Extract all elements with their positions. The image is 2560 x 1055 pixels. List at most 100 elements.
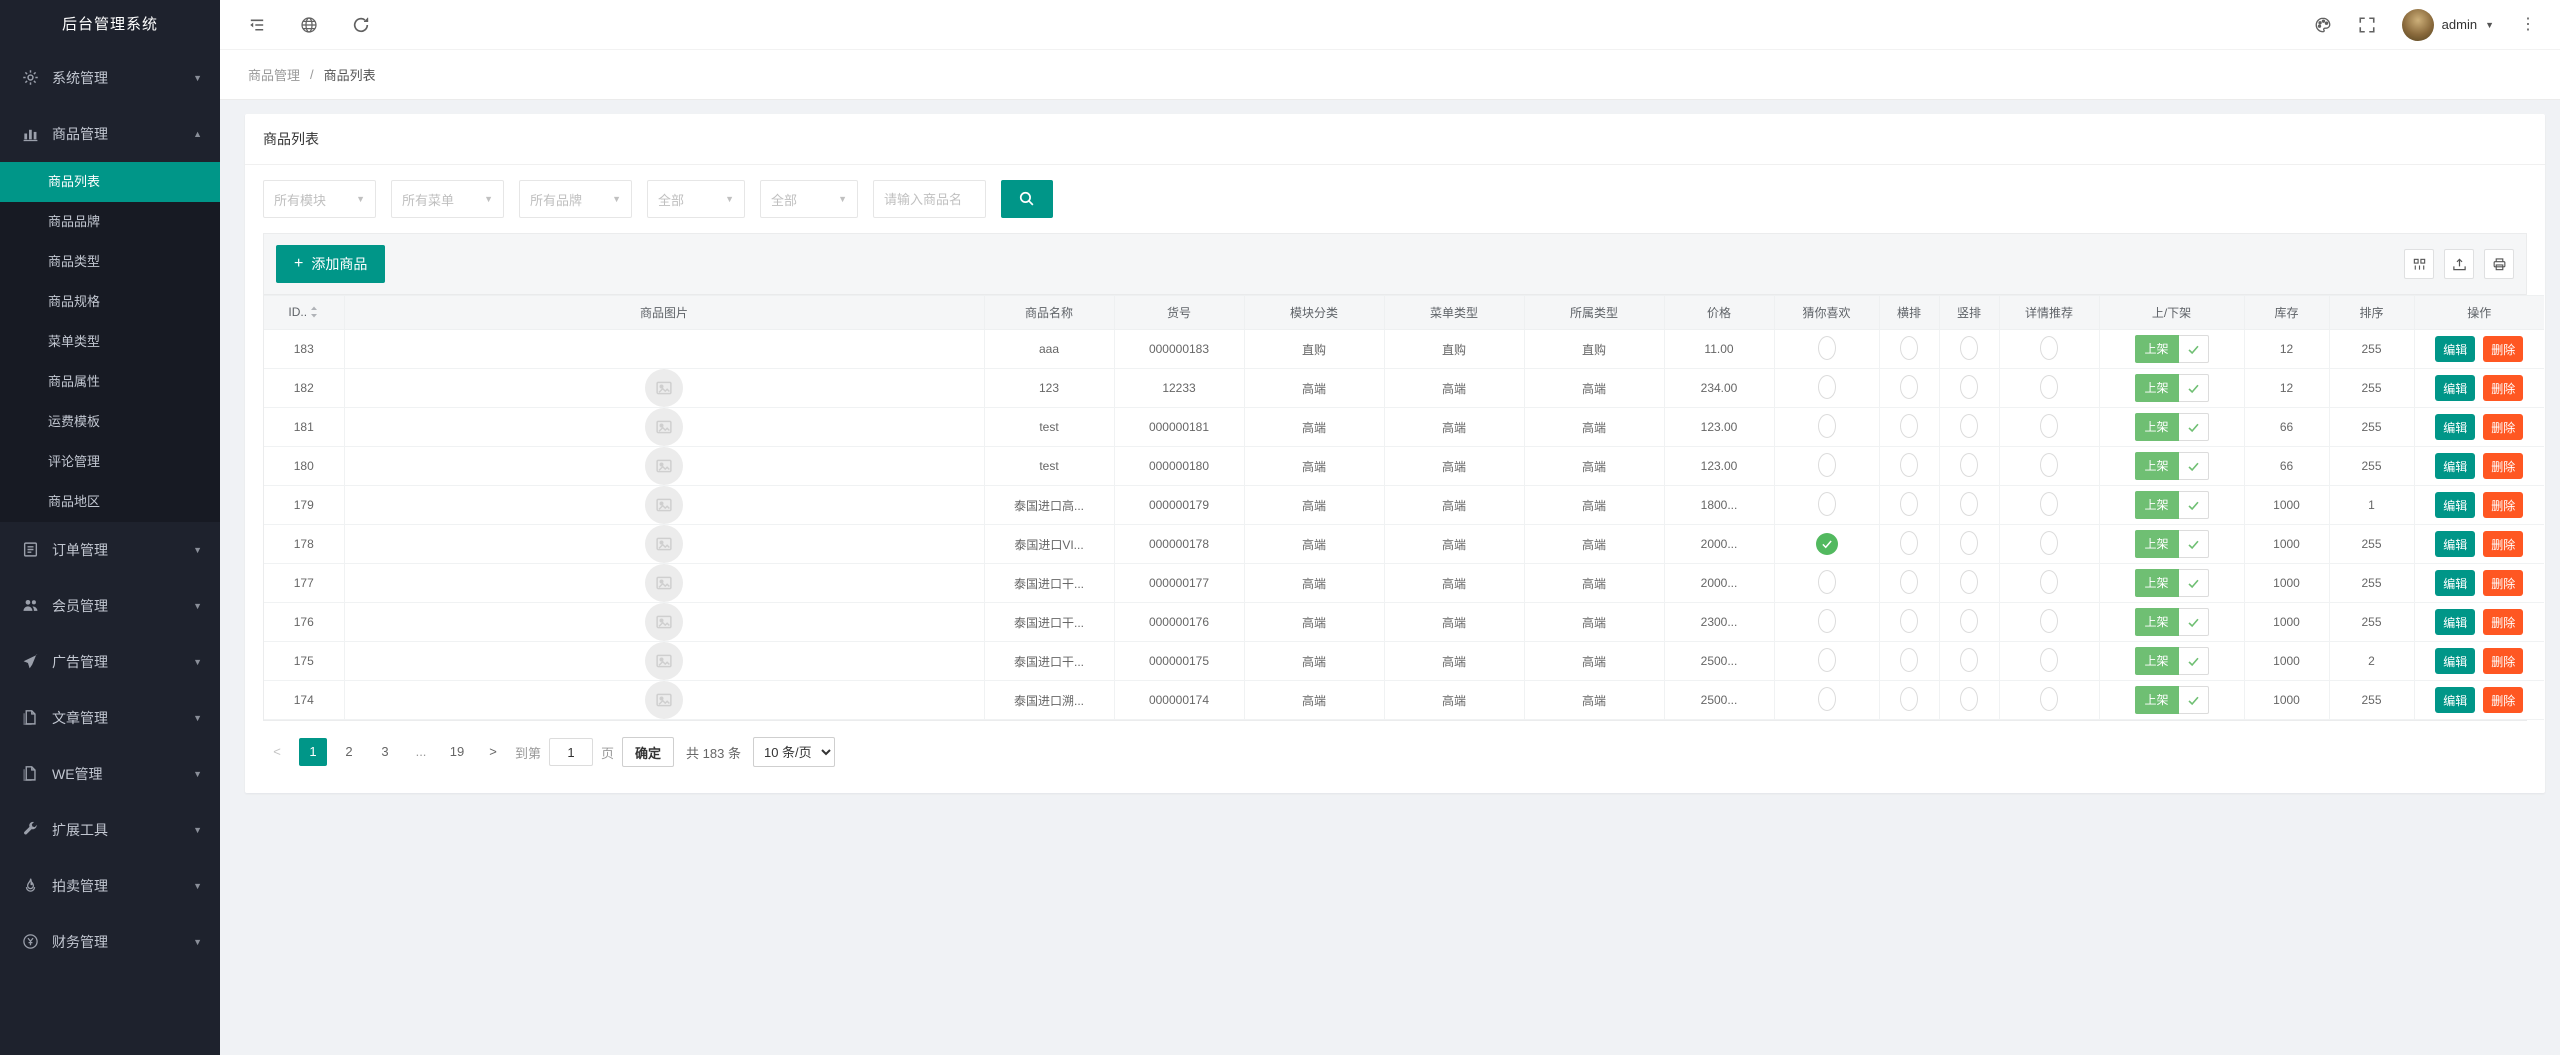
detail-recommend-toggle[interactable] <box>2040 609 2058 633</box>
sidebar-item-财务管理[interactable]: 财务管理▼ <box>0 914 220 970</box>
delete-button[interactable]: 删除 <box>2483 492 2523 518</box>
guess-toggle[interactable] <box>1818 570 1836 594</box>
sidebar-item-订单管理[interactable]: 订单管理▼ <box>0 522 220 578</box>
detail-recommend-toggle[interactable] <box>2040 414 2058 438</box>
horizontal-toggle[interactable] <box>1900 492 1918 516</box>
sidebar-item-商品管理[interactable]: 商品管理▲ <box>0 106 220 162</box>
detail-recommend-toggle[interactable] <box>2040 648 2058 672</box>
globe-icon[interactable] <box>300 16 318 34</box>
goto-page-input[interactable] <box>549 738 593 766</box>
delete-button[interactable]: 删除 <box>2483 648 2523 674</box>
horizontal-toggle[interactable] <box>1900 648 1918 672</box>
shelf-toggle[interactable]: 上架 <box>2135 452 2209 480</box>
horizontal-toggle[interactable] <box>1900 336 1918 360</box>
sidebar-subitem-商品规格[interactable]: 商品规格 <box>0 282 220 322</box>
edit-button[interactable]: 编辑 <box>2435 609 2475 635</box>
page-size-select[interactable]: 10 条/页 <box>753 737 835 767</box>
add-product-button[interactable]: + 添加商品 <box>276 245 385 283</box>
sidebar-subitem-评论管理[interactable]: 评论管理 <box>0 442 220 482</box>
sidebar-item-会员管理[interactable]: 会员管理▼ <box>0 578 220 634</box>
edit-button[interactable]: 编辑 <box>2435 375 2475 401</box>
horizontal-toggle[interactable] <box>1900 414 1918 438</box>
fullscreen-icon[interactable] <box>2358 16 2376 34</box>
guess-toggle[interactable] <box>1818 687 1836 711</box>
vertical-toggle[interactable] <box>1960 336 1978 360</box>
page-button-1[interactable]: 1 <box>299 738 327 766</box>
sidebar-subitem-商品品牌[interactable]: 商品品牌 <box>0 202 220 242</box>
sidebar-item-广告管理[interactable]: 广告管理▼ <box>0 634 220 690</box>
detail-recommend-toggle[interactable] <box>2040 570 2058 594</box>
page-button-3[interactable]: 3 <box>371 738 399 766</box>
sidebar-item-扩展工具[interactable]: 扩展工具▼ <box>0 802 220 858</box>
sort-icon[interactable] <box>309 306 319 321</box>
shelf-toggle[interactable]: 上架 <box>2135 413 2209 441</box>
vertical-toggle[interactable] <box>1960 492 1978 516</box>
shelf-toggle[interactable]: 上架 <box>2135 374 2209 402</box>
edit-button[interactable]: 编辑 <box>2435 531 2475 557</box>
vertical-toggle[interactable] <box>1960 648 1978 672</box>
column-header-ID..[interactable]: ID.. <box>264 296 344 330</box>
detail-recommend-toggle[interactable] <box>2040 492 2058 516</box>
vertical-toggle[interactable] <box>1960 414 1978 438</box>
shelf-toggle[interactable]: 上架 <box>2135 530 2209 558</box>
edit-button[interactable]: 编辑 <box>2435 453 2475 479</box>
delete-button[interactable]: 删除 <box>2483 336 2523 362</box>
vertical-toggle[interactable] <box>1960 687 1978 711</box>
sidebar-subitem-商品属性[interactable]: 商品属性 <box>0 362 220 402</box>
delete-button[interactable]: 删除 <box>2483 531 2523 557</box>
vertical-toggle[interactable] <box>1960 531 1978 555</box>
palette-icon[interactable] <box>2314 16 2332 34</box>
edit-button[interactable]: 编辑 <box>2435 687 2475 713</box>
sidebar-subitem-运费模板[interactable]: 运费模板 <box>0 402 220 442</box>
detail-recommend-toggle[interactable] <box>2040 375 2058 399</box>
sidebar-subitem-菜单类型[interactable]: 菜单类型 <box>0 322 220 362</box>
columns-icon[interactable] <box>2404 249 2434 279</box>
guess-toggle[interactable] <box>1818 609 1836 633</box>
edit-button[interactable]: 编辑 <box>2435 336 2475 362</box>
delete-button[interactable]: 删除 <box>2483 453 2523 479</box>
refresh-icon[interactable] <box>352 16 370 34</box>
next-page-button[interactable]: > <box>479 738 507 766</box>
vertical-toggle[interactable] <box>1960 453 1978 477</box>
edit-button[interactable]: 编辑 <box>2435 414 2475 440</box>
kebab-menu-icon[interactable]: ⋮ <box>2520 17 2536 33</box>
collapse-menu-icon[interactable] <box>248 16 266 34</box>
vertical-toggle[interactable] <box>1960 375 1978 399</box>
user-menu[interactable]: admin ▼ <box>2402 9 2494 41</box>
shelf-toggle[interactable]: 上架 <box>2135 608 2209 636</box>
search-button[interactable] <box>1001 180 1053 218</box>
guess-toggle[interactable] <box>1818 414 1836 438</box>
filter-select-0[interactable]: 所有模块▼ <box>263 180 376 218</box>
horizontal-toggle[interactable] <box>1900 570 1918 594</box>
sidebar-item-拍卖管理[interactable]: 拍卖管理▼ <box>0 858 220 914</box>
delete-button[interactable]: 删除 <box>2483 375 2523 401</box>
detail-recommend-toggle[interactable] <box>2040 531 2058 555</box>
guess-toggle[interactable] <box>1818 453 1836 477</box>
guess-toggle[interactable] <box>1818 648 1836 672</box>
print-icon[interactable] <box>2484 249 2514 279</box>
filter-select-2[interactable]: 所有品牌▼ <box>519 180 632 218</box>
delete-button[interactable]: 删除 <box>2483 414 2523 440</box>
edit-button[interactable]: 编辑 <box>2435 570 2475 596</box>
prev-page-button[interactable]: < <box>263 738 291 766</box>
filter-select-3[interactable]: 全部▼ <box>647 180 745 218</box>
guess-toggle[interactable] <box>1818 336 1836 360</box>
vertical-toggle[interactable] <box>1960 570 1978 594</box>
shelf-toggle[interactable]: 上架 <box>2135 569 2209 597</box>
detail-recommend-toggle[interactable] <box>2040 453 2058 477</box>
guess-toggle-checked[interactable] <box>1816 533 1838 555</box>
sidebar-item-系统管理[interactable]: 系统管理▼ <box>0 50 220 106</box>
horizontal-toggle[interactable] <box>1900 531 1918 555</box>
shelf-toggle[interactable]: 上架 <box>2135 335 2209 363</box>
breadcrumb-parent[interactable]: 商品管理 <box>248 65 300 84</box>
search-input[interactable] <box>873 180 986 218</box>
sidebar-item-文章管理[interactable]: 文章管理▼ <box>0 690 220 746</box>
page-button-19[interactable]: 19 <box>443 738 471 766</box>
export-icon[interactable] <box>2444 249 2474 279</box>
filter-select-4[interactable]: 全部▼ <box>760 180 858 218</box>
detail-recommend-toggle[interactable] <box>2040 687 2058 711</box>
edit-button[interactable]: 编辑 <box>2435 648 2475 674</box>
page-button-2[interactable]: 2 <box>335 738 363 766</box>
delete-button[interactable]: 删除 <box>2483 687 2523 713</box>
shelf-toggle[interactable]: 上架 <box>2135 647 2209 675</box>
